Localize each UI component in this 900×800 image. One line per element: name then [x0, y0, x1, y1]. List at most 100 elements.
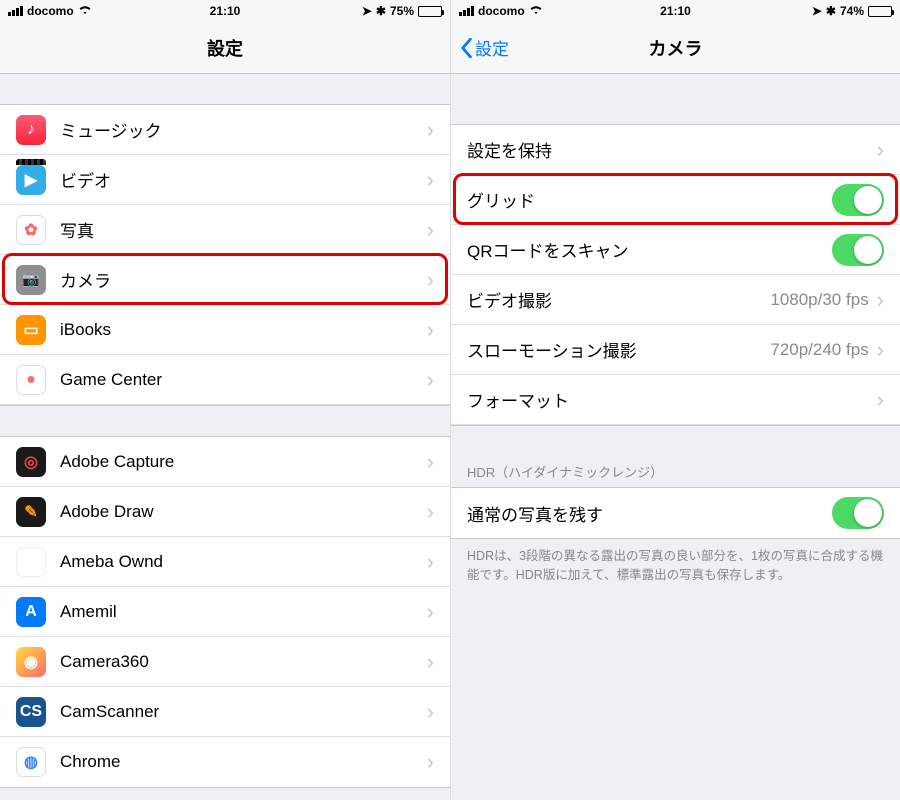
page-title: カメラ [649, 35, 703, 61]
signal-icon [459, 6, 474, 16]
row-label: Amemil [60, 602, 427, 622]
row-value: 1080p/30 fps [770, 290, 868, 310]
amemil-icon: A [16, 597, 46, 627]
camera360-icon: ◉ [16, 647, 46, 677]
row-photos[interactable]: ✿ 写真 › [0, 205, 450, 255]
adobe-draw-icon: ✎ [16, 497, 46, 527]
chevron-right-icon: › [427, 117, 434, 143]
hdr-settings-list: 通常の写真を残す [451, 487, 900, 539]
bluetooth-icon: ✱ [376, 4, 386, 18]
camera-settings-list: 設定を保持 › グリッド QRコードをスキャン ビデオ撮影 1080p/30 f… [451, 124, 900, 426]
row-label: ビデオ撮影 [467, 287, 770, 312]
row-label: カメラ [60, 267, 427, 292]
battery-icon [418, 6, 442, 17]
row-ameba-ownd[interactable]: O Ameba Ownd › [0, 537, 450, 587]
camera-settings-screen: docomo 21:10 ➤ ✱ 74% 設定 カメラ 設定を保持 › グリッド [450, 0, 900, 800]
row-formats[interactable]: フォーマット › [451, 375, 900, 425]
row-label: 写真 [60, 217, 427, 242]
row-label: QRコードをスキャン [467, 237, 832, 262]
settings-group-media: ♪ ミュージック › ▶ ビデオ › ✿ 写真 › 📷 カメラ › ▭ iBoo… [0, 104, 450, 406]
chevron-right-icon: › [427, 499, 434, 525]
chevron-right-icon: › [877, 387, 884, 413]
settings-screen: docomo 21:10 ➤ ✱ 75% 設定 ♪ ミュージック › ▶ ビデオ… [0, 0, 450, 800]
back-label: 設定 [475, 35, 509, 60]
settings-group-apps: ◎ Adobe Capture › ✎ Adobe Draw › O Ameba… [0, 436, 450, 788]
bluetooth-icon: ✱ [826, 4, 836, 18]
row-keep-normal-photo[interactable]: 通常の写真を残す [451, 488, 900, 538]
chevron-right-icon: › [877, 337, 884, 363]
row-record-slomo[interactable]: スローモーション撮影 720p/240 fps › [451, 325, 900, 375]
back-button[interactable]: 設定 [459, 35, 509, 60]
row-label: ミュージック [60, 117, 427, 142]
chevron-left-icon [459, 37, 473, 59]
status-time: 21:10 [660, 4, 691, 18]
row-label: グリッド [467, 187, 832, 212]
battery-pct: 74% [840, 4, 864, 18]
status-bar: docomo 21:10 ➤ ✱ 75% [0, 0, 450, 22]
chevron-right-icon: › [427, 367, 434, 393]
carrier-label: docomo [27, 4, 74, 18]
row-label: ビデオ [60, 167, 427, 192]
row-video[interactable]: ▶ ビデオ › [0, 155, 450, 205]
photos-icon: ✿ [16, 215, 46, 245]
row-grid[interactable]: グリッド [451, 175, 900, 225]
signal-icon [8, 6, 23, 16]
row-label: 設定を保持 [467, 137, 877, 162]
chevron-right-icon: › [427, 599, 434, 625]
row-label: Chrome [60, 752, 427, 772]
row-camera360[interactable]: ◉ Camera360 › [0, 637, 450, 687]
hdr-note: HDRは、3段階の異なる露出の写真の良い部分を、1枚の写真に合成する機能です。H… [451, 539, 900, 593]
nav-header: 設定 カメラ [451, 22, 900, 74]
row-adobe-capture[interactable]: ◎ Adobe Capture › [0, 437, 450, 487]
row-label: Adobe Draw [60, 502, 427, 522]
chevron-right-icon: › [427, 649, 434, 675]
row-gamecenter[interactable]: ● Game Center › [0, 355, 450, 405]
chrome-icon: ◍ [16, 747, 46, 777]
camscanner-icon: CS [16, 697, 46, 727]
status-bar: docomo 21:10 ➤ ✱ 74% [451, 0, 900, 22]
chevron-right-icon: › [427, 699, 434, 725]
row-amemil[interactable]: A Amemil › [0, 587, 450, 637]
row-record-video[interactable]: ビデオ撮影 1080p/30 fps › [451, 275, 900, 325]
chevron-right-icon: › [427, 317, 434, 343]
ibooks-icon: ▭ [16, 315, 46, 345]
row-label: Adobe Capture [60, 452, 427, 472]
row-ibooks[interactable]: ▭ iBooks › [0, 305, 450, 355]
grid-toggle[interactable] [832, 184, 884, 216]
chevron-right-icon: › [427, 217, 434, 243]
row-scan-qr[interactable]: QRコードをスキャン [451, 225, 900, 275]
chevron-right-icon: › [877, 287, 884, 313]
chevron-right-icon: › [427, 749, 434, 775]
row-camscanner[interactable]: CS CamScanner › [0, 687, 450, 737]
video-icon: ▶ [16, 165, 46, 195]
nav-header: 設定 [0, 22, 450, 74]
adobe-capture-icon: ◎ [16, 447, 46, 477]
row-label: CamScanner [60, 702, 427, 722]
row-chrome[interactable]: ◍ Chrome › [0, 737, 450, 787]
gamecenter-icon: ● [16, 365, 46, 395]
keep-normal-toggle[interactable] [832, 497, 884, 529]
row-label: iBooks [60, 320, 427, 340]
row-label: スローモーション撮影 [467, 337, 770, 362]
row-camera[interactable]: 📷 カメラ › [0, 255, 450, 305]
battery-icon [868, 6, 892, 17]
row-label: 通常の写真を残す [467, 501, 832, 526]
status-time: 21:10 [210, 4, 241, 18]
chevron-right-icon: › [427, 167, 434, 193]
row-label: Camera360 [60, 652, 427, 672]
chevron-right-icon: › [427, 549, 434, 575]
location-icon: ➤ [362, 4, 372, 18]
row-value: 720p/240 fps [770, 340, 868, 360]
page-title: 設定 [207, 35, 243, 61]
hdr-section-label: HDR（ハイダイナミックレンジ） [451, 454, 900, 487]
qr-toggle[interactable] [832, 234, 884, 266]
row-music[interactable]: ♪ ミュージック › [0, 105, 450, 155]
row-adobe-draw[interactable]: ✎ Adobe Draw › [0, 487, 450, 537]
camera-icon: 📷 [16, 265, 46, 295]
row-preserve-settings[interactable]: 設定を保持 › [451, 125, 900, 175]
row-label: Ameba Ownd [60, 552, 427, 572]
battery-pct: 75% [390, 4, 414, 18]
wifi-icon [529, 4, 543, 18]
row-label: Game Center [60, 370, 427, 390]
chevron-right-icon: › [427, 449, 434, 475]
